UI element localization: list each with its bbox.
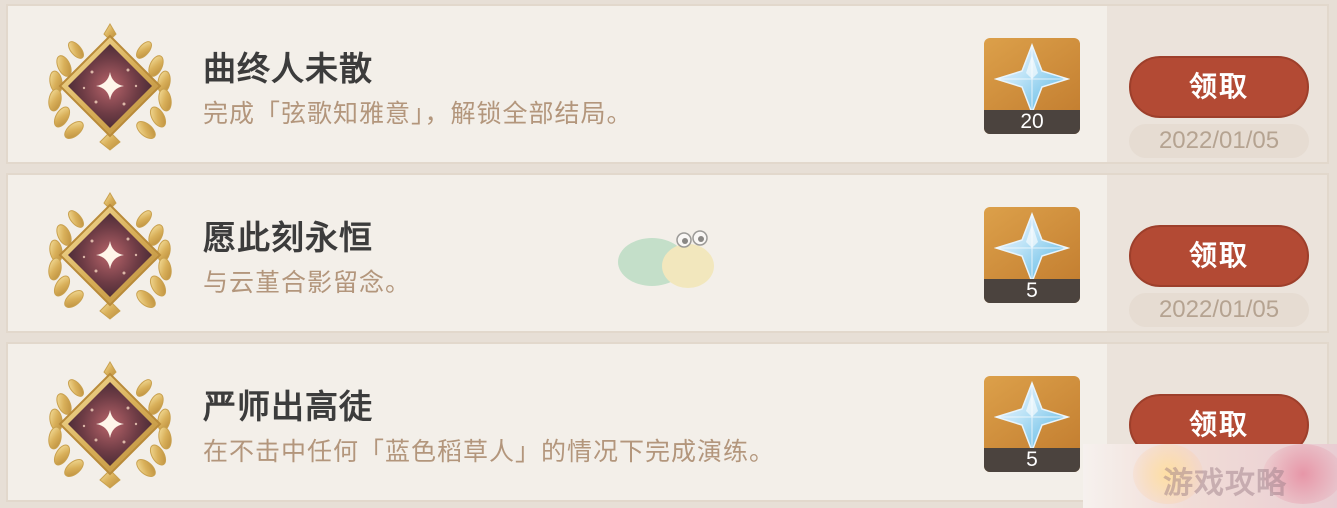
watermark-text: 游戏攻略	[1163, 466, 1287, 501]
primogem-icon	[995, 44, 1069, 114]
reward-item[interactable]: 5	[984, 207, 1080, 303]
primogem-icon	[995, 382, 1069, 452]
achievement-list: 曲终人未散 完成「弦歌知雅意」，解锁全部结局。 20 领取 2022/01/05…	[0, 0, 1337, 508]
achievement-title: 愿此刻永恒	[203, 218, 373, 257]
achievement-card: 曲终人未散 完成「弦歌知雅意」，解锁全部结局。 20 领取 2022/01/05	[6, 4, 1329, 164]
reward-item[interactable]: 5	[984, 376, 1080, 472]
reward-count: 20	[984, 110, 1080, 134]
watermark: 游戏攻略	[1083, 444, 1337, 508]
achievement-date: 2022/01/05	[1129, 293, 1309, 327]
achievement-badge-icon	[46, 361, 174, 489]
achievement-title: 曲终人未散	[203, 49, 373, 88]
reward-count: 5	[984, 448, 1080, 472]
achievement-date: 2022/01/05	[1129, 124, 1309, 158]
achievement-badge-icon	[46, 192, 174, 320]
reward-count: 5	[984, 279, 1080, 303]
snail-mascot-icon	[618, 230, 714, 288]
reward-item[interactable]: 20	[984, 38, 1080, 134]
achievement-title: 严师出高徒	[203, 387, 373, 426]
achievement-badge-icon	[46, 23, 174, 151]
achievement-description: 完成「弦歌知雅意」，解锁全部结局。	[203, 99, 633, 128]
primogem-icon	[995, 213, 1069, 283]
claim-button[interactable]: 领取	[1129, 56, 1309, 118]
claim-button[interactable]: 领取	[1129, 225, 1309, 287]
achievement-description: 在不击中任何「蓝色稻草人」的情况下完成演练。	[203, 437, 776, 466]
achievement-description: 与云堇合影留念。	[203, 268, 412, 297]
